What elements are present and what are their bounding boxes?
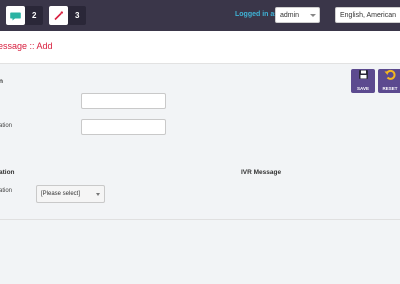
tasks-count: 3 [75, 11, 80, 20]
language-select-value: English, American [340, 11, 397, 19]
user-select[interactable]: admin [275, 7, 320, 23]
chat-icon [6, 6, 25, 25]
section-heading: n [0, 78, 3, 85]
reset-button-label: RESET [382, 86, 398, 91]
please-select-dropdown[interactable]: [Please select] [36, 185, 105, 203]
language-select[interactable]: English, American [335, 7, 400, 23]
field-2-label: ation [0, 123, 13, 129]
magic-wand-icon [49, 6, 68, 25]
tasks-notification[interactable]: 3 [49, 6, 87, 25]
save-button[interactable]: SAVE [351, 69, 375, 93]
messages-count: 2 [32, 11, 37, 20]
save-icon [358, 67, 369, 85]
save-button-label: SAVE [357, 86, 369, 91]
page-header [0, 31, 400, 64]
page-title: essage :: Add [0, 41, 53, 51]
user-select-value: admin [280, 11, 300, 19]
top-navbar: 2 3 Logged in as : admin English, Americ… [0, 0, 400, 31]
ivr-message-heading: IVR Message [241, 169, 282, 176]
section-2-heading: ation [0, 169, 15, 176]
reset-button[interactable]: RESET [378, 69, 400, 93]
text-input-2[interactable] [81, 119, 166, 135]
messages-notification[interactable]: 2 [6, 6, 44, 25]
dropdown-value: [Please select] [41, 191, 81, 197]
text-input-1[interactable] [81, 93, 166, 109]
select-label: ation [0, 188, 13, 194]
undo-icon [384, 67, 396, 85]
chevron-down-icon [96, 193, 100, 196]
chevron-down-icon [310, 14, 316, 17]
